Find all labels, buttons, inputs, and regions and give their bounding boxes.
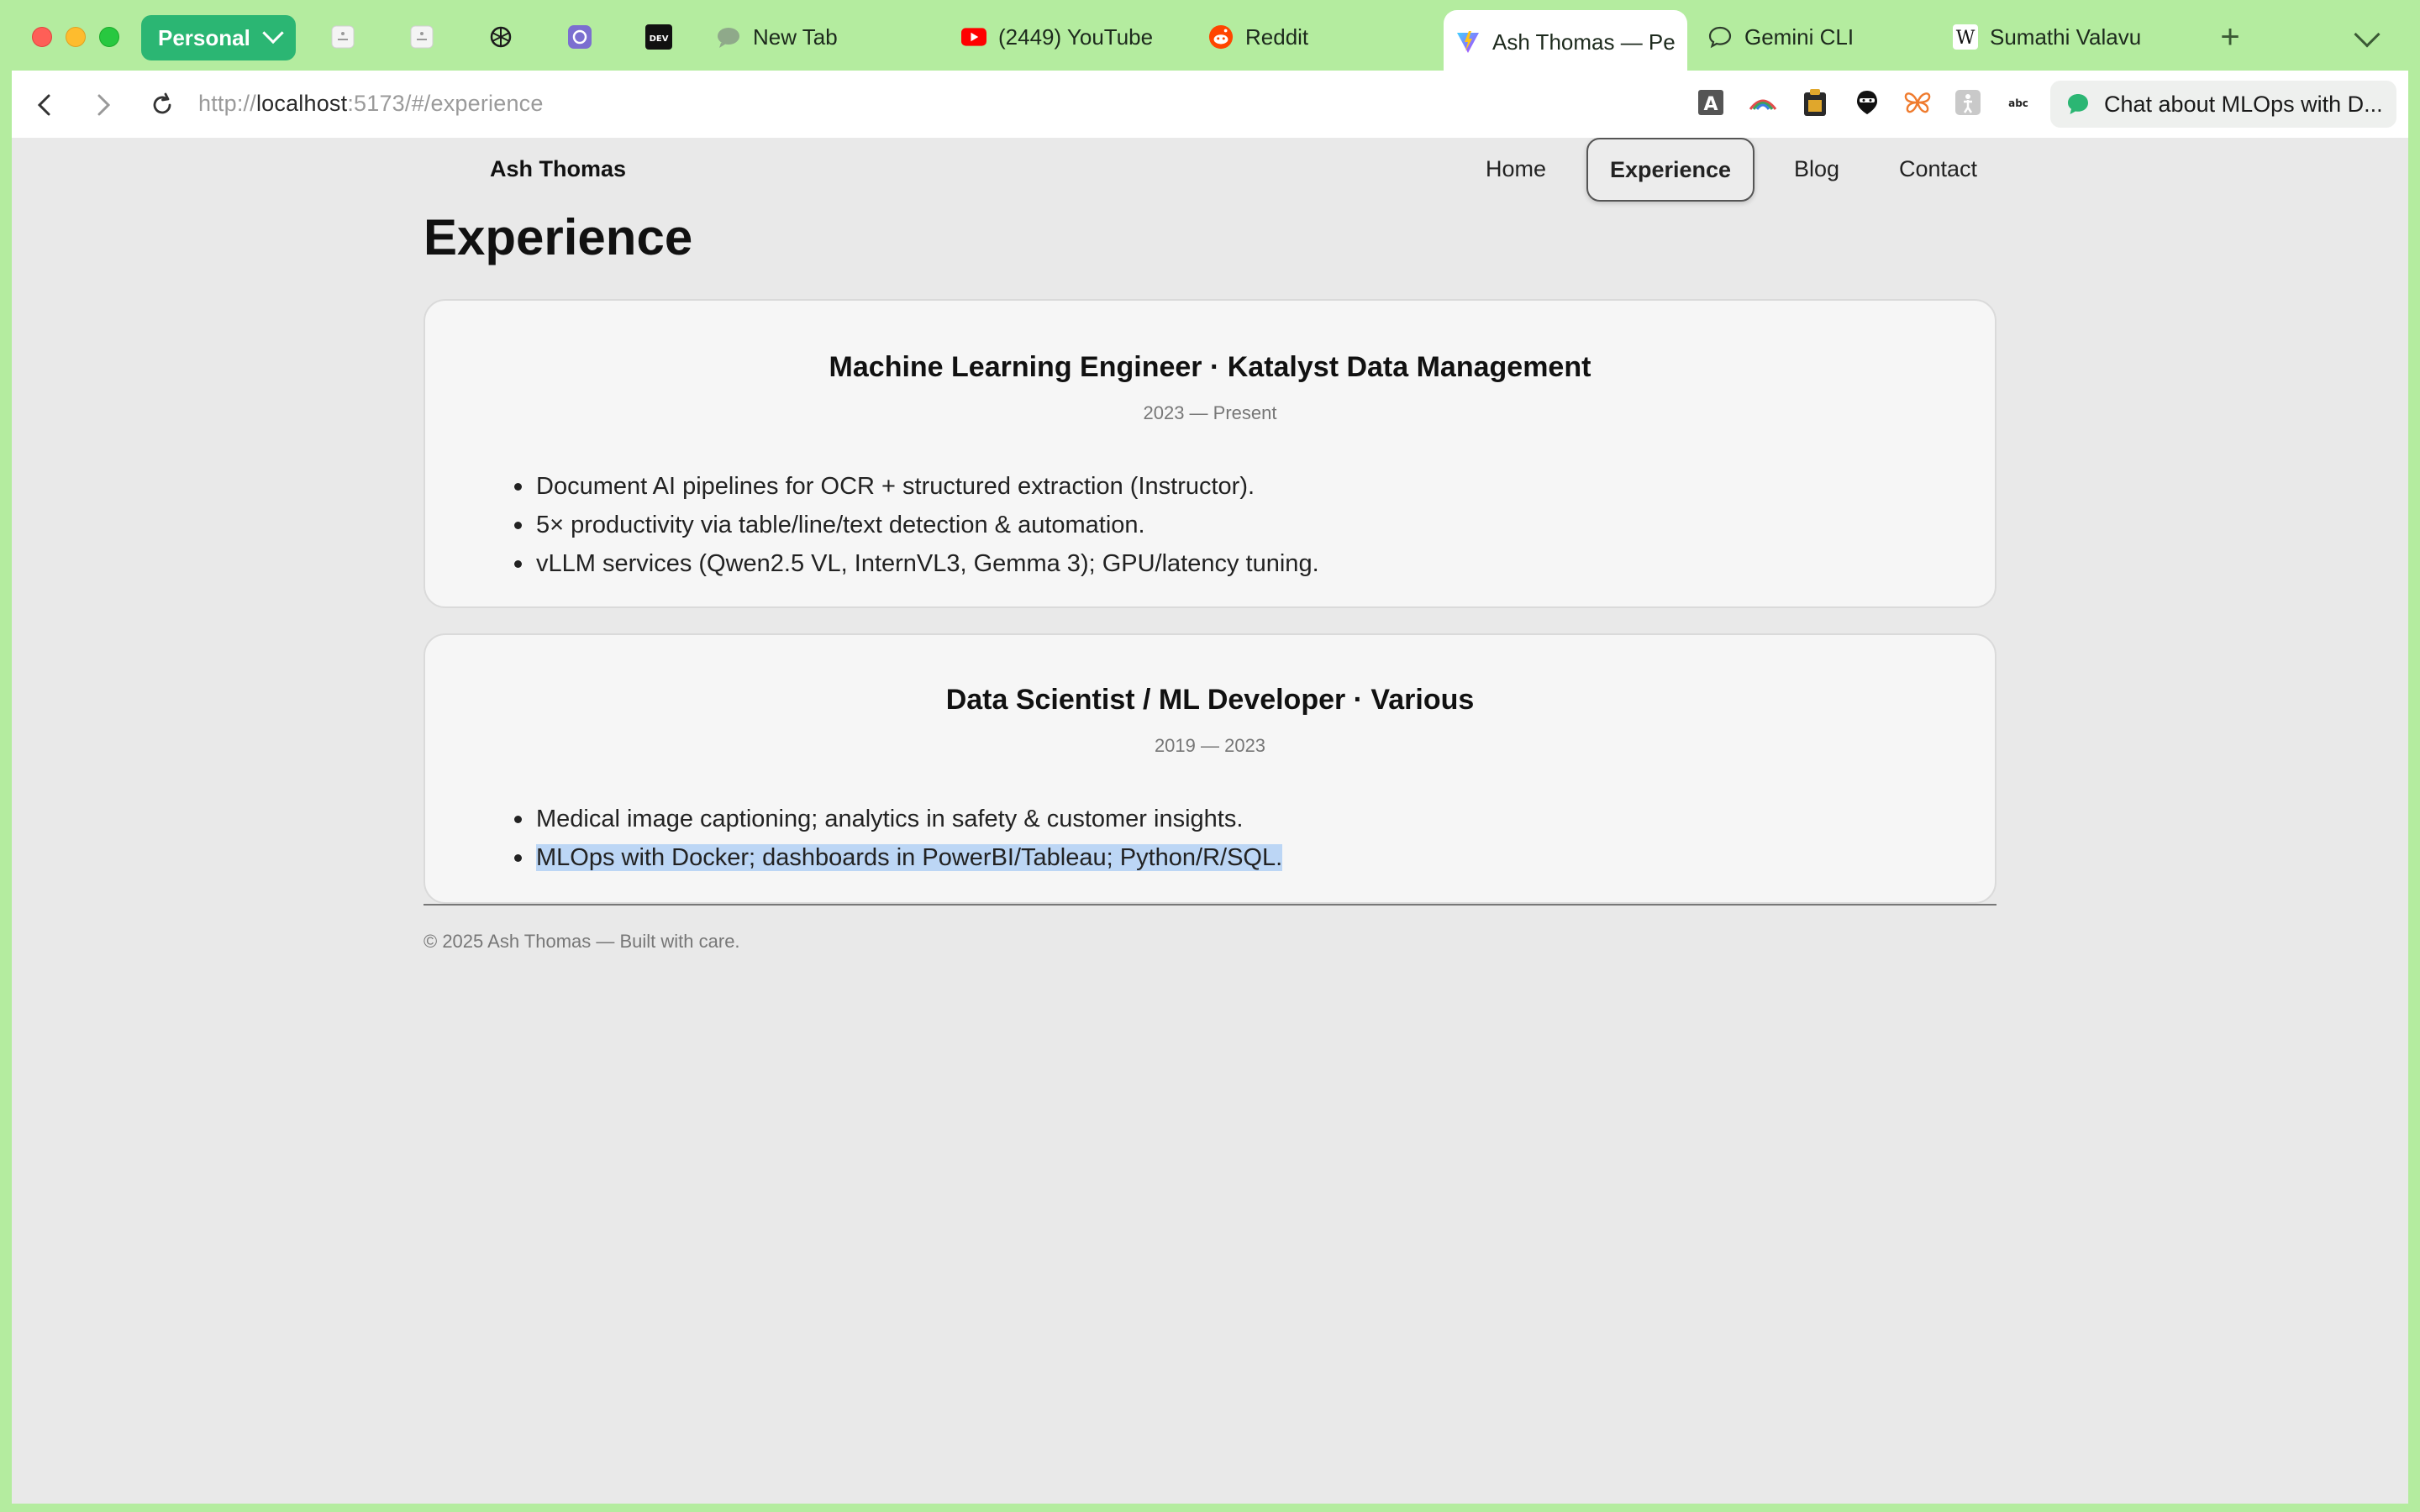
tab-label: Sumathi Valavu: [1990, 24, 2142, 50]
experience-bullets: Medical image captioning; analytics in s…: [513, 800, 1283, 877]
experience-card: Machine Learning Engineer · Katalyst Dat…: [424, 299, 1996, 608]
tab-gemini-cli[interactable]: Gemini CLI: [1696, 12, 1914, 62]
list-item: Medical image captioning; analytics in s…: [513, 800, 1282, 838]
experience-role: Machine Learning Engineer · Katalyst Dat…: [829, 351, 1591, 383]
extension-rainbow[interactable]: [1748, 87, 1778, 118]
vite-icon: [1455, 29, 1481, 55]
svg-text:DEV: DEV: [650, 34, 669, 44]
chevron-left-icon: [34, 92, 55, 118]
pinned-tab-4[interactable]: [563, 20, 597, 54]
window-controls: [32, 27, 119, 47]
close-window-button[interactable]: [32, 27, 52, 47]
youtube-icon: [961, 24, 986, 50]
extension-ninja[interactable]: [1852, 87, 1882, 118]
chat-pill-label: Chat about MLOps with D...: [2104, 91, 2383, 117]
minimize-window-button[interactable]: [66, 27, 86, 47]
back-button[interactable]: [30, 91, 59, 119]
dev-icon: DEV: [645, 24, 672, 50]
experience-card: Data Scientist / ML Developer · Various …: [424, 633, 1996, 904]
openai-icon: [488, 24, 513, 50]
figure-icon: [1954, 89, 1981, 116]
tab-label: Reddit: [1245, 24, 1309, 50]
text-icon: abc: [2004, 94, 2033, 111]
extension-text[interactable]: abc: [2003, 87, 2033, 118]
wikipedia-icon: W: [1953, 24, 1978, 50]
list-item: vLLM services (Qwen2.5 VL, InternVL3, Ge…: [514, 544, 1319, 583]
tab-bar: Personal DEV New Tab (2449) YouTube Redd…: [0, 0, 2420, 74]
list-item: MLOps with Docker; dashboards in PowerBI…: [513, 838, 1283, 877]
nav-home-link[interactable]: Home: [1486, 156, 1546, 182]
svg-text:A: A: [1703, 94, 1718, 115]
pinned-tab-2[interactable]: [405, 20, 439, 54]
experience-period: 2019 — 2023: [1154, 735, 1266, 756]
profile-switcher-button[interactable]: Personal: [141, 15, 296, 60]
tab-new-tab[interactable]: New Tab: [704, 12, 923, 62]
doc-icon: [330, 24, 355, 50]
tab-reddit[interactable]: Reddit: [1197, 12, 1415, 62]
tab-ash-thomas[interactable]: Ash Thomas — Pe: [1444, 10, 1687, 74]
extension-figure[interactable]: [1953, 87, 1983, 118]
chevron-right-icon: [93, 92, 113, 118]
extension-font-a[interactable]: A: [1696, 87, 1726, 118]
font-a-icon: A: [1697, 89, 1724, 116]
maximize-window-button[interactable]: [99, 27, 119, 47]
clipboard-icon: [1802, 88, 1828, 117]
pinned-tab-5[interactable]: DEV: [642, 20, 676, 54]
tab-label: Ash Thomas — Pe: [1492, 29, 1676, 55]
page-title: Experience: [424, 209, 693, 265]
reload-icon: [150, 92, 175, 118]
reddit-icon: [1208, 24, 1234, 50]
url-path: :5173/#/experience: [347, 91, 544, 116]
pinned-tab-3[interactable]: [484, 20, 518, 54]
address-bar[interactable]: http://localhost:5173/#/experience: [198, 91, 544, 117]
nav-experience-link[interactable]: Experience: [1586, 138, 1754, 202]
tab-list-chevron-icon[interactable]: [2354, 21, 2381, 48]
site-footer: © 2025 Ash Thomas — Built with care.: [424, 931, 740, 952]
site-brand[interactable]: Ash Thomas: [490, 156, 626, 182]
reload-button[interactable]: [148, 91, 176, 119]
url-scheme: http://: [198, 91, 256, 116]
doc-icon: [409, 24, 434, 50]
tab-label: New Tab: [753, 24, 838, 50]
app-circle-icon: [567, 24, 592, 50]
tab-youtube[interactable]: (2449) YouTube: [950, 12, 1176, 62]
page-viewport: Ash Thomas Home Experience Blog Contact …: [12, 138, 2408, 1504]
url-host: localhost: [255, 91, 348, 116]
list-item: 5× productivity via table/line/text dete…: [514, 506, 1319, 544]
nav-blog-link[interactable]: Blog: [1794, 156, 1839, 182]
list-item: Document AI pipelines for OCR + structur…: [514, 467, 1319, 506]
svg-text:abc: abc: [2008, 97, 2028, 109]
ninja-icon: [1854, 89, 1880, 116]
profile-label: Personal: [158, 24, 250, 50]
extension-butterfly[interactable]: [1902, 87, 1933, 118]
tab-label: Gemini CLI: [1744, 24, 1854, 50]
nav-contact-link[interactable]: Contact: [1899, 156, 1977, 182]
butterfly-icon: [1903, 90, 1932, 115]
new-tab-button[interactable]: +: [2212, 18, 2249, 55]
selected-text: MLOps with Docker; dashboards in PowerBI…: [536, 844, 1283, 871]
pinned-tab-1[interactable]: [326, 20, 360, 54]
experience-role: Data Scientist / ML Developer · Various: [945, 684, 1475, 716]
svg-text:W: W: [1956, 28, 1975, 49]
chat-bubble-icon: [716, 24, 741, 50]
tab-label: (2449) YouTube: [998, 24, 1154, 50]
chat-about-page-button[interactable]: Chat about MLOps with D...: [2050, 81, 2396, 128]
divider: [424, 904, 1996, 906]
extension-clipboard[interactable]: [1800, 87, 1830, 118]
rainbow-icon: [1748, 92, 1778, 113]
chat-bubble-icon: [2065, 92, 2091, 117]
chat-outline-icon: [1707, 24, 1733, 50]
forward-button[interactable]: [89, 91, 118, 119]
experience-period: 2023 — Present: [1143, 402, 1277, 423]
tab-wikipedia[interactable]: W Sumathi Valavu: [1941, 12, 2176, 62]
experience-bullets: Document AI pipelines for OCR + structur…: [514, 467, 1319, 583]
chevron-down-icon: [262, 22, 284, 45]
